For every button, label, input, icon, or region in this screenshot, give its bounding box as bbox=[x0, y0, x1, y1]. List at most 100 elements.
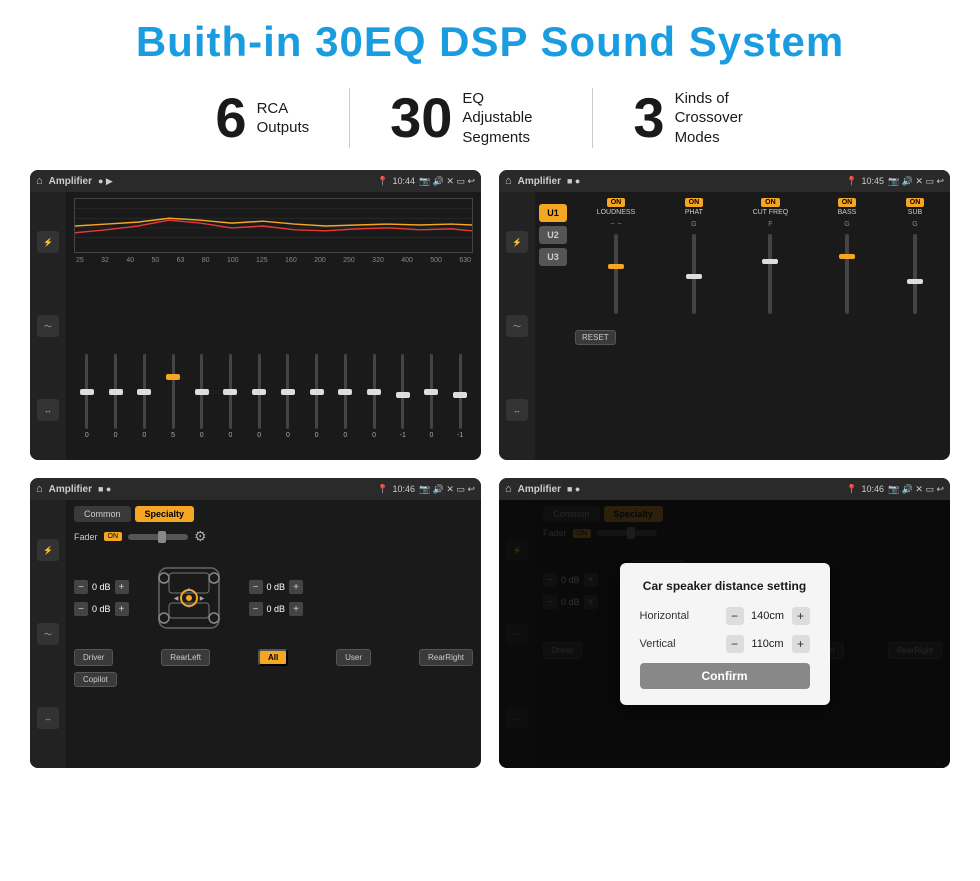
stat-number-rca: 6 bbox=[215, 90, 246, 146]
fader-slider[interactable] bbox=[128, 534, 188, 540]
eq-slider-11[interactable]: -1 bbox=[390, 354, 416, 454]
phat-on[interactable]: ON bbox=[685, 198, 704, 207]
speaker-grid: − 0 dB + − 0 dB + bbox=[74, 553, 473, 643]
phat-slider[interactable] bbox=[692, 234, 696, 314]
vol-plus-4[interactable]: + bbox=[289, 602, 303, 616]
stats-row: 6 RCA Outputs 30 EQ Adjustable Segments … bbox=[30, 88, 950, 148]
user-btn[interactable]: User bbox=[336, 649, 371, 666]
eq-icon-2[interactable]: 〜 bbox=[37, 315, 59, 337]
bass-slider[interactable] bbox=[845, 234, 849, 314]
stat-text-crossover: Kinds of Crossover Modes bbox=[675, 89, 765, 148]
loudness-on[interactable]: ON bbox=[607, 198, 626, 207]
eq-slider-1[interactable]: 0 bbox=[103, 354, 129, 454]
cross-icon-1[interactable]: ⚡ bbox=[37, 539, 59, 561]
dialog-content: ⚡ 〜 ↔ Common Specialty Fader ON bbox=[499, 500, 950, 768]
cross-tabs: Common Specialty bbox=[74, 506, 473, 522]
vertical-minus[interactable]: − bbox=[726, 635, 744, 653]
vertical-label: Vertical bbox=[640, 638, 676, 650]
eq-slider-3[interactable]: 5 bbox=[160, 354, 186, 454]
amp-topbar-right: 📍 10:45 📷 🔊 ✕ ▭ ↩ bbox=[846, 176, 944, 187]
eq-screen: ⌂ Amplifier ● ▶ 📍 10:44 📷 🔊 ✕ ▭ ↩ ⚡ 〜 ↔ bbox=[30, 170, 481, 460]
eq-slider-0[interactable]: 0 bbox=[74, 354, 100, 454]
cutfreq-on[interactable]: ON bbox=[761, 198, 780, 207]
driver-btn[interactable]: Driver bbox=[74, 649, 113, 666]
cutfreq-label: CUT FREQ bbox=[753, 209, 789, 216]
vol-plus-1[interactable]: + bbox=[115, 580, 129, 594]
cross-sidebar: ⚡ 〜 ↔ bbox=[30, 500, 66, 768]
amp-reset-area: RESET bbox=[575, 326, 946, 345]
rearleft-btn2[interactable]: RearRight bbox=[419, 649, 473, 666]
eq-slider-10[interactable]: 0 bbox=[361, 354, 387, 454]
eq-slider-2[interactable]: 0 bbox=[131, 354, 157, 454]
copilot-btn[interactable]: Copilot bbox=[74, 672, 117, 687]
amp-reset-btn[interactable]: RESET bbox=[575, 330, 616, 345]
preset-u3[interactable]: U3 bbox=[539, 248, 567, 266]
amp-icon-3[interactable]: ↔ bbox=[506, 399, 528, 421]
eq-slider-4[interactable]: 0 bbox=[189, 354, 215, 454]
amp-sub: ON SUB G bbox=[906, 198, 925, 318]
tab-common[interactable]: Common bbox=[74, 506, 131, 522]
cross-icon-2[interactable]: 〜 bbox=[37, 623, 59, 645]
vol-minus-2[interactable]: − bbox=[74, 602, 88, 616]
eq-slider-7[interactable]: 0 bbox=[275, 354, 301, 454]
dialog-vertical-row: Vertical − 110cm + bbox=[640, 635, 810, 653]
preset-u1[interactable]: U1 bbox=[539, 204, 567, 222]
eq-slider-8[interactable]: 0 bbox=[304, 354, 330, 454]
amp-icon-2[interactable]: 〜 bbox=[506, 315, 528, 337]
eq-slider-12[interactable]: 0 bbox=[419, 354, 445, 454]
svg-text:◀: ◀ bbox=[173, 596, 178, 602]
eq-slider-5[interactable]: 0 bbox=[218, 354, 244, 454]
settings-icon[interactable]: ⚙ bbox=[194, 528, 207, 545]
vol-minus-3[interactable]: − bbox=[249, 580, 263, 594]
preset-u2[interactable]: U2 bbox=[539, 226, 567, 244]
all-btn[interactable]: All bbox=[258, 649, 288, 666]
cutfreq-slider[interactable] bbox=[768, 234, 772, 314]
vol-row-2: − 0 dB + bbox=[74, 602, 129, 616]
vol-col-right: − 0 dB + − 0 dB + bbox=[249, 580, 304, 616]
eq-topbar: ⌂ Amplifier ● ▶ 📍 10:44 📷 🔊 ✕ ▭ ↩ bbox=[30, 170, 481, 192]
sub-slider[interactable] bbox=[913, 234, 917, 314]
eq-content: ⚡ 〜 ↔ bbox=[30, 192, 481, 460]
vertical-plus[interactable]: + bbox=[792, 635, 810, 653]
loudness-slider[interactable] bbox=[614, 234, 618, 314]
screens-grid: ⌂ Amplifier ● ▶ 📍 10:44 📷 🔊 ✕ ▭ ↩ ⚡ 〜 ↔ bbox=[30, 170, 950, 768]
vol-plus-3[interactable]: + bbox=[289, 580, 303, 594]
cross-icon-3[interactable]: ↔ bbox=[37, 707, 59, 729]
vertical-value: 110cm bbox=[748, 638, 788, 650]
dialog-title: Car speaker distance setting bbox=[640, 579, 810, 593]
phat-label: PHAT bbox=[685, 209, 703, 216]
dialog-box: Car speaker distance setting Horizontal … bbox=[620, 563, 830, 705]
horizontal-value: 140cm bbox=[748, 610, 788, 622]
confirm-button[interactable]: Confirm bbox=[640, 663, 810, 689]
vol-val-1: 0 dB bbox=[92, 582, 111, 592]
amp-icon-1[interactable]: ⚡ bbox=[506, 231, 528, 253]
eq-icon-1[interactable]: ⚡ bbox=[37, 231, 59, 253]
tab-specialty[interactable]: Specialty bbox=[135, 506, 195, 522]
stat-eq: 30 EQ Adjustable Segments bbox=[350, 89, 592, 148]
bass-on[interactable]: ON bbox=[838, 198, 857, 207]
vertical-ctrl: − 110cm + bbox=[726, 635, 810, 653]
vol-minus-1[interactable]: − bbox=[74, 580, 88, 594]
cross-content: ⚡ 〜 ↔ Common Specialty Fader ON bbox=[30, 500, 481, 768]
horizontal-ctrl: − 140cm + bbox=[726, 607, 810, 625]
amp-main-area: U1 U2 U3 ON LOUDNESS ~ bbox=[535, 192, 950, 460]
svg-text:▼: ▼ bbox=[186, 604, 192, 610]
horizontal-label: Horizontal bbox=[640, 610, 690, 622]
cross-main-area: Common Specialty Fader ON ⚙ bbox=[66, 500, 481, 768]
sub-on[interactable]: ON bbox=[906, 198, 925, 207]
amp-home-icon: ⌂ bbox=[505, 175, 512, 187]
rearleft-btn[interactable]: RearLeft bbox=[161, 649, 210, 666]
eq-sidebar: ⚡ 〜 ↔ bbox=[30, 192, 66, 460]
horizontal-minus[interactable]: − bbox=[726, 607, 744, 625]
fader-on-badge[interactable]: ON bbox=[104, 532, 123, 541]
stat-text-rca: RCA Outputs bbox=[257, 99, 310, 138]
vol-plus-2[interactable]: + bbox=[115, 602, 129, 616]
eq-icon-3[interactable]: ↔ bbox=[37, 399, 59, 421]
eq-slider-13[interactable]: -1 bbox=[447, 354, 473, 454]
eq-slider-6[interactable]: 0 bbox=[246, 354, 272, 454]
loudness-label: LOUDNESS bbox=[597, 209, 636, 216]
horizontal-plus[interactable]: + bbox=[792, 607, 810, 625]
vol-minus-4[interactable]: − bbox=[249, 602, 263, 616]
eq-slider-9[interactable]: 0 bbox=[332, 354, 358, 454]
vol-val-3: 0 dB bbox=[267, 582, 286, 592]
